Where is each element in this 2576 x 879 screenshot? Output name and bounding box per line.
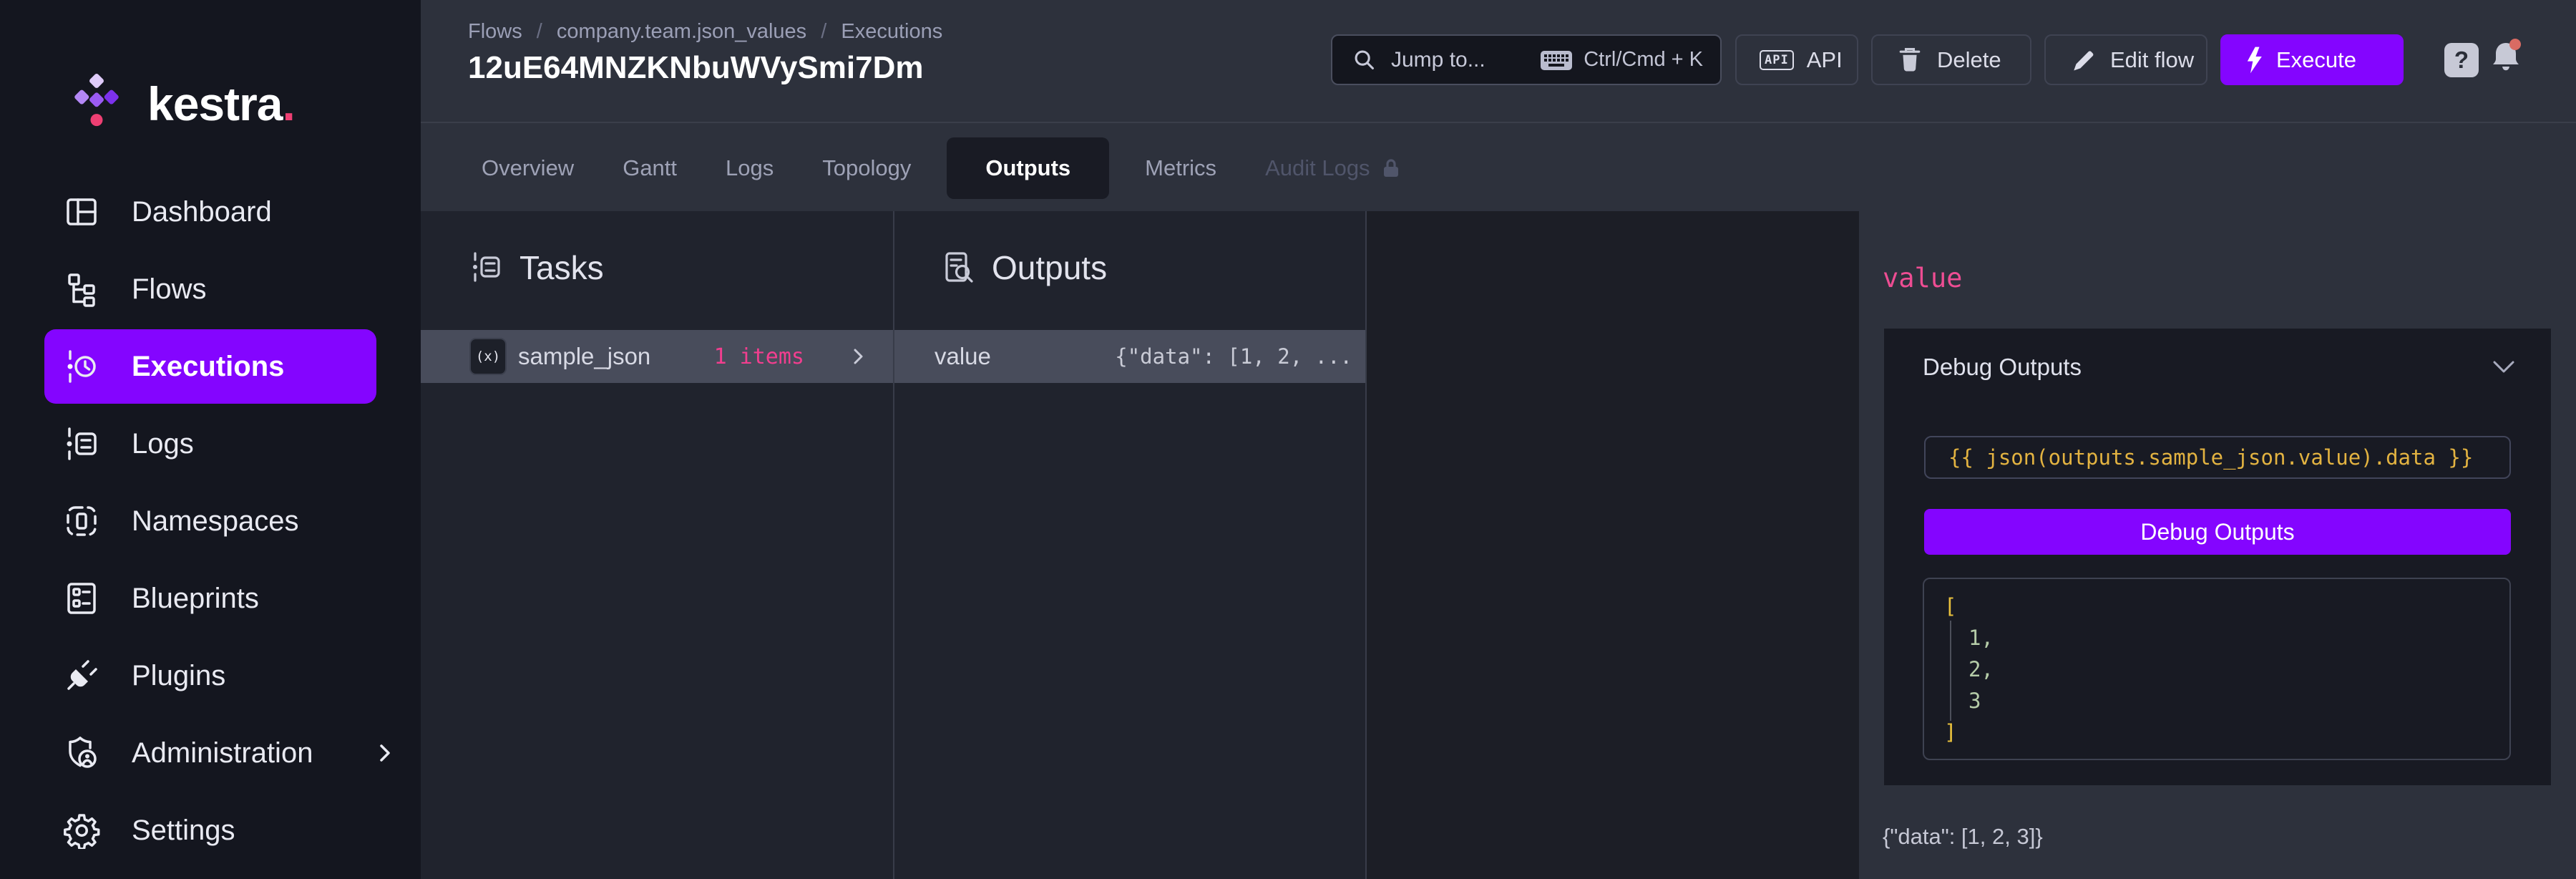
edit-flow-button[interactable]: Edit flow [2044,34,2207,85]
output-raw-value: {"data": [1, 2, 3]} [1883,824,2043,850]
code-line: [ [1944,591,2509,622]
output-preview: {"data": [1, 2, ... [1115,344,1352,369]
sidebar-item-label: Plugins [132,660,225,692]
column-divider [893,211,894,879]
code-line: 1, [1944,622,2509,654]
debug-result-code-block: [ 1, 2, 3 ] [1923,578,2511,760]
code-line: 3 [1944,685,2509,717]
tab-topology[interactable]: Topology [822,155,911,181]
kestra-logo-text: kestra. [147,77,295,131]
sidebar-item-settings[interactable]: Settings [0,792,421,869]
api-chip-icon: API [1760,50,1794,70]
execution-id-title: 12uE64MNZKNbuWVySmi7Dm [468,50,924,86]
task-row-sample-json[interactable]: (x) sample_json 1 items [421,330,893,383]
execute-button[interactable]: Execute [2220,34,2404,85]
breadcrumb[interactable]: Flows / company.team.json_values / Execu… [468,20,942,44]
sidebar: kestra. Dashboard Flows [0,0,421,879]
column-divider [1365,211,1367,879]
debug-expression-input[interactable]: {{ json(outputs.sample_json.value).data … [1924,436,2511,479]
kestra-logo[interactable]: kestra. [62,69,295,139]
sidebar-item-dashboard[interactable]: Dashboard [0,173,421,251]
debug-expression-text: {{ json(outputs.sample_json.value).data … [1948,445,2473,470]
page-header: Flows / company.team.json_values / Execu… [421,0,2576,123]
tasks-panel-title: Tasks [519,248,604,287]
debug-outputs-collapse-header[interactable]: Debug Outputs [1923,347,2515,387]
dashboard-grid-icon [63,193,100,230]
question-mark-icon: ? [2454,47,2469,74]
search-shortcut-label: Ctrl/Cmd + K [1584,48,1703,72]
tab-gantt[interactable]: Gantt [623,155,677,181]
chevron-down-icon [2492,360,2515,374]
pencil-icon [2069,46,2097,74]
sidebar-item-logs[interactable]: Logs [0,405,421,482]
chevron-right-icon [376,744,394,762]
tab-logs[interactable]: Logs [726,155,774,181]
tab-metrics[interactable]: Metrics [1145,155,1216,181]
sidebar-item-label: Settings [132,815,235,847]
sidebar-item-label: Dashboard [132,196,272,228]
trash-icon [1896,44,1924,76]
gear-icon [63,812,100,849]
outputs-search-doc-icon [942,251,976,285]
tab-audit-logs: Audit Logs [1265,155,1400,181]
shield-user-icon [63,734,100,772]
sidebar-item-plugins[interactable]: Plugins [0,637,421,714]
tab-overview[interactable]: Overview [482,155,574,181]
delete-button[interactable]: Delete [1871,34,2031,85]
task-name: sample_json [518,343,650,370]
output-key: value [935,343,991,370]
code-line: 2, [1944,654,2509,685]
sidebar-item-label: Logs [132,428,194,460]
notifications-bell-icon[interactable] [2487,37,2527,80]
output-detail-panel: value Debug Outputs {{ json(outputs.samp… [1859,211,2576,879]
chevron-right-icon [850,348,867,365]
outputs-panel-header: Outputs [942,248,1107,287]
sidebar-item-label: Executions [132,351,284,383]
tab-outputs[interactable]: Outputs [947,137,1109,199]
tasks-panel-header: Tasks [469,248,604,287]
execution-tabs: Overview Gantt Logs Topology Outputs Met… [421,125,2576,211]
sidebar-item-blueprints[interactable]: Blueprints [0,560,421,637]
lightning-icon [2245,46,2263,74]
sidebar-item-flows[interactable]: Flows [0,251,421,328]
api-button[interactable]: API API [1735,34,1858,85]
task-items-badge: 1 items [714,344,804,369]
code-expression-icon: (x) [469,338,507,375]
kestra-logo-icon [62,69,132,139]
outputs-panel: Outputs value {"data": [1, 2, ... [894,211,1365,879]
tasks-list-icon [469,251,504,285]
help-button[interactable]: ? [2444,43,2479,77]
breadcrumb-namespace[interactable]: company.team.json_values [557,20,806,43]
executions-timeline-icon [63,348,100,385]
plug-icon [63,657,100,694]
lock-icon [1382,157,1400,179]
code-line: ] [1944,717,2509,748]
namespaces-icon [63,502,100,540]
logs-list-icon [63,425,100,462]
sidebar-item-label: Namespaces [132,505,298,538]
keyboard-icon [1539,44,1574,76]
indent-guide-line [1950,621,1951,721]
jump-to-search[interactable]: Ctrl/Cmd + K [1331,34,1722,85]
sidebar-item-label: Blueprints [132,583,259,615]
breadcrumb-flows[interactable]: Flows [468,20,522,43]
sidebar-item-label: Flows [132,273,206,306]
debug-outputs-button[interactable]: Debug Outputs [1924,509,2511,555]
sidebar-item-namespaces[interactable]: Namespaces [0,482,421,560]
outputs-panel-title: Outputs [992,248,1107,287]
debug-outputs-card: Debug Outputs {{ json(outputs.sample_jso… [1884,329,2551,785]
flows-tree-icon [63,271,100,308]
search-input[interactable] [1391,48,1528,72]
sidebar-item-label: Administration [132,737,313,769]
sidebar-item-administration[interactable]: Administration [0,714,421,792]
output-detail-title: value [1883,263,1962,293]
output-row-value[interactable]: value {"data": [1, 2, ... [894,330,1365,383]
search-icon [1350,45,1380,75]
tasks-panel: Tasks (x) sample_json 1 items [421,211,893,879]
breadcrumb-executions[interactable]: Executions [841,20,942,43]
blueprints-icon [63,580,100,617]
sidebar-item-executions[interactable]: Executions [44,329,376,404]
